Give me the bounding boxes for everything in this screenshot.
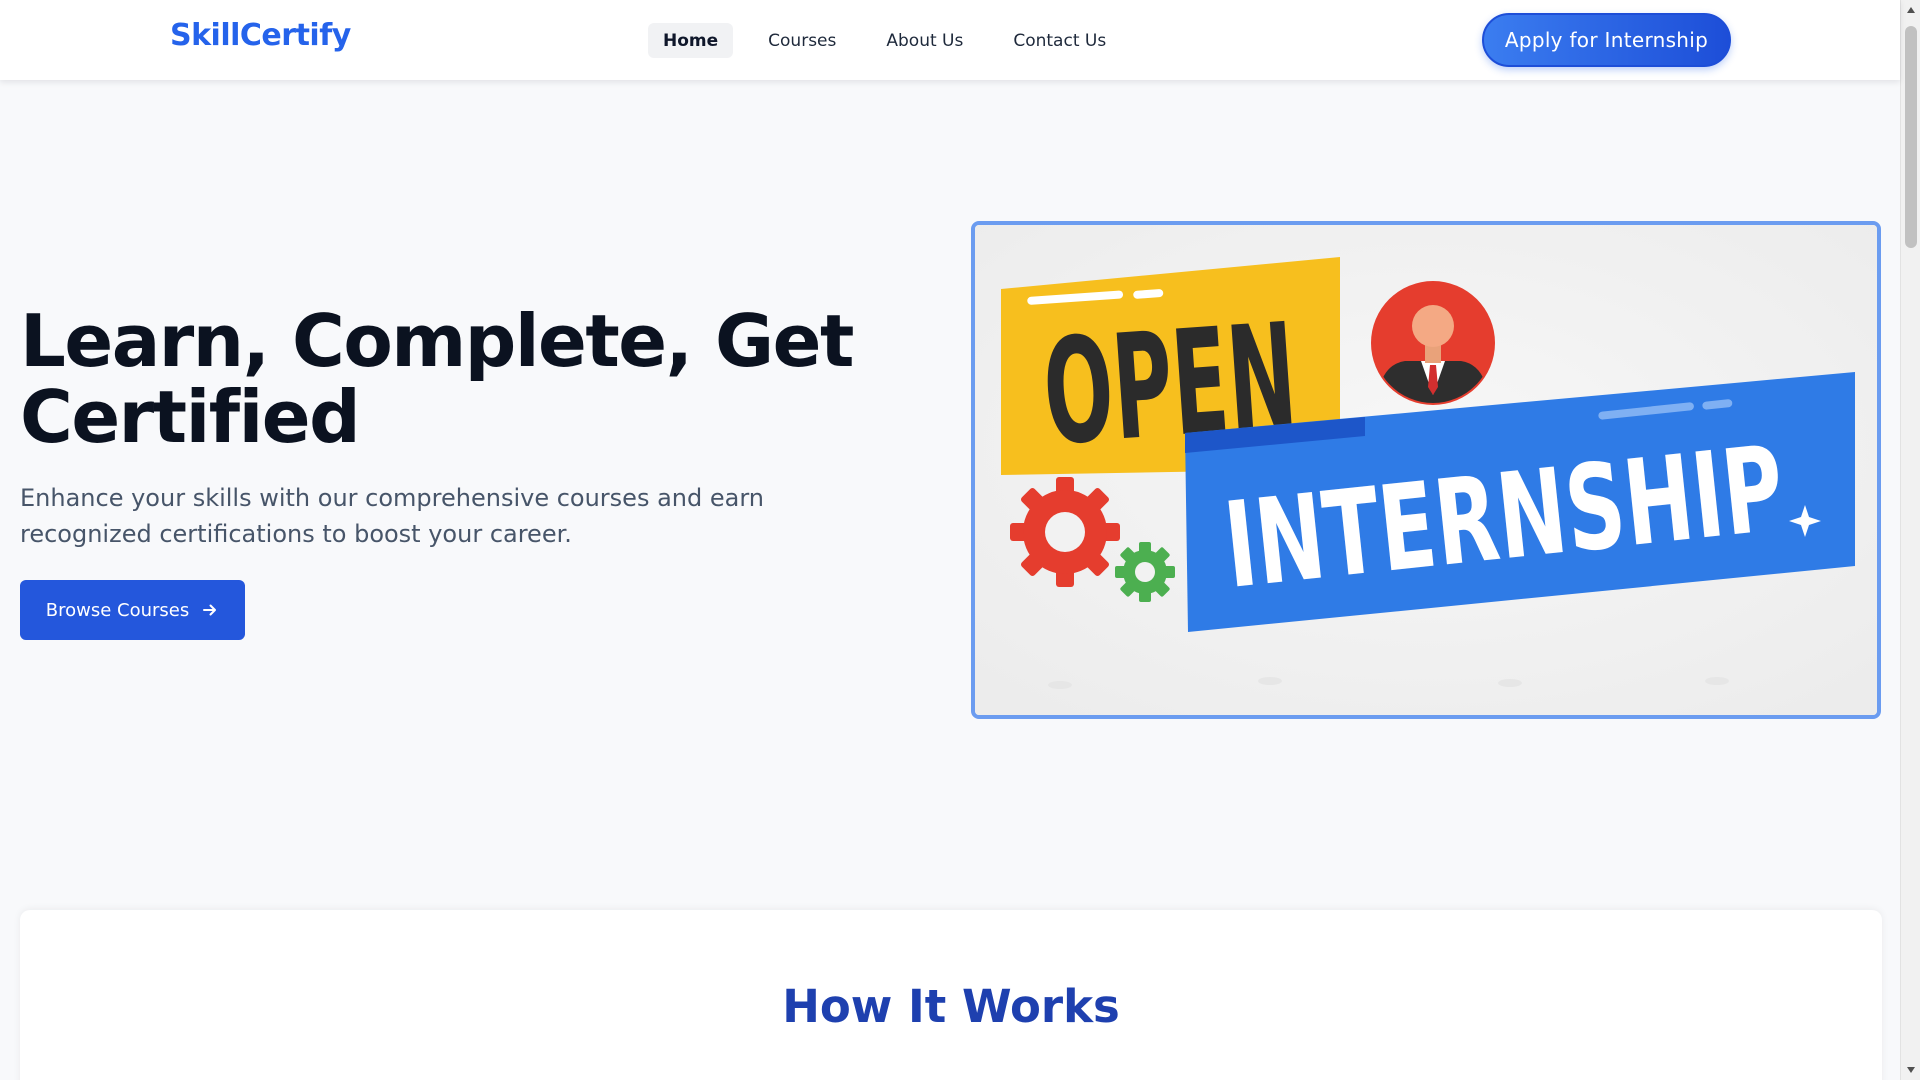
nav-item-about-us[interactable]: About Us [871, 23, 978, 58]
nav-item-courses[interactable]: Courses [753, 23, 851, 58]
hero-subtitle: Enhance your skills with our comprehensi… [20, 484, 764, 548]
browse-courses-label: Browse Courses [45, 599, 190, 621]
user-avatar-icon [1371, 281, 1495, 405]
nav-item-home[interactable]: Home [648, 23, 734, 58]
site-logo[interactable]: SkillCertify [170, 18, 351, 53]
how-it-works-title: How It Works [782, 980, 1120, 1033]
red-gear-icon [1010, 477, 1120, 587]
apply-internship-button[interactable]: Apply for Internship [1482, 13, 1731, 67]
hero-title: Learn, Complete, Get Certified [20, 299, 854, 459]
top-navbar: SkillCertify Home Courses About Us Conta… [0, 0, 1900, 80]
scroll-down-icon[interactable] [1901, 1062, 1920, 1078]
open-internship-banner-image: OPEN INTERNSHIP [971, 221, 1881, 719]
scrollbar-thumb[interactable] [1905, 26, 1917, 248]
page: SkillCertify Home Courses About Us Conta… [0, 0, 1920, 1080]
arrow-right-icon [201, 601, 219, 619]
main-nav: Home Courses About Us Contact Us [648, 23, 1121, 58]
scroll-up-icon[interactable] [1901, 2, 1920, 18]
nav-item-contact-us[interactable]: Contact Us [998, 23, 1121, 58]
browse-courses-button[interactable]: Browse Courses [20, 580, 245, 640]
how-it-works-section: How It Works [20, 910, 1882, 1080]
green-gear-icon [1115, 542, 1175, 602]
vertical-scrollbar[interactable] [1900, 0, 1920, 1080]
